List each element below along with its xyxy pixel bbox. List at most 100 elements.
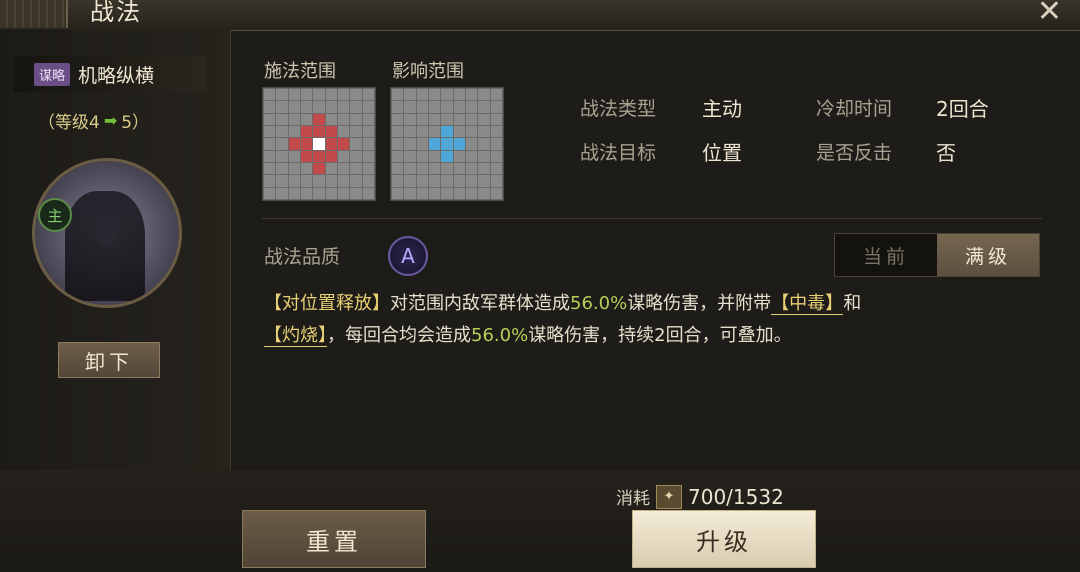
grid-cell: [288, 113, 300, 125]
grid-cell: [264, 187, 276, 199]
grid-cell: [325, 187, 337, 199]
grid-cell: [325, 138, 337, 150]
commander-portrait[interactable]: [32, 158, 182, 308]
desc-text: 谋略伤害，并附带: [627, 293, 772, 314]
level-to: 5）: [121, 113, 150, 133]
grid-cell: [276, 162, 288, 175]
grid-cell: [404, 125, 416, 138]
tab-current[interactable]: 当前: [835, 234, 937, 276]
skill-target-label: 战法目标: [580, 142, 657, 164]
counterattack-label: 是否反击: [816, 142, 893, 164]
grid-cell: [313, 138, 325, 150]
title-bar: 战法 ✕: [0, 0, 1080, 31]
grid-cell: [465, 89, 478, 101]
desc-number: 56.0%: [570, 293, 628, 314]
grid-cell: [313, 101, 325, 113]
grid-cell: [441, 113, 453, 125]
grid-cell: [428, 175, 441, 187]
desc-keyword: 【对位置释放】: [264, 293, 390, 314]
grid-cell: [453, 187, 465, 199]
grid-cell: [325, 125, 337, 138]
grid-cell: [392, 101, 404, 113]
grid-cell: [441, 89, 453, 101]
grid-cell: [325, 150, 337, 162]
grid-cell: [325, 113, 337, 125]
grid-cell: [313, 162, 325, 175]
grid-cell: [276, 125, 288, 138]
grid-cell: [441, 138, 453, 150]
grid-cell: [313, 125, 325, 138]
header-ornament: [0, 0, 68, 28]
grid-cell: [453, 138, 465, 150]
grid-cell: [416, 150, 428, 162]
desc-link-burn[interactable]: 【灼烧】: [264, 325, 327, 347]
grid-cell: [288, 89, 300, 101]
grid-cell: [313, 187, 325, 199]
grid-cell: [465, 101, 478, 113]
unequip-button[interactable]: 卸下: [58, 342, 160, 378]
grid-cell: [300, 175, 313, 187]
grid-cell: [428, 150, 441, 162]
skill-type-label: 战法类型: [580, 98, 657, 120]
desc-text: 谋略伤害，持续2回合，可叠加。: [528, 325, 792, 346]
grid-cell: [288, 125, 300, 138]
grid-cell: [392, 125, 404, 138]
grid-cell: [465, 150, 478, 162]
grid-cell: [350, 125, 362, 138]
grid-cell: [453, 113, 465, 125]
grid-cell: [337, 150, 350, 162]
cooldown-label: 冷却时间: [816, 98, 893, 120]
cost-label: 消耗: [616, 489, 650, 509]
grid-cell: [264, 125, 276, 138]
upgrade-button[interactable]: 升级: [632, 510, 816, 568]
desc-number: 56.0%: [471, 325, 529, 346]
grid-cell: [337, 162, 350, 175]
arrow-right-icon: ➡: [103, 111, 118, 130]
upgrade-cost: 消耗 ✦ 700/1532: [616, 484, 784, 509]
grid-cell: [416, 89, 428, 101]
grid-cell: [428, 125, 441, 138]
grid-cell: [490, 187, 502, 199]
grid-cell: [490, 89, 502, 101]
reset-button[interactable]: 重置: [242, 510, 426, 568]
grid-cell: [404, 187, 416, 199]
grid-cell: [362, 175, 374, 187]
close-icon[interactable]: ✕: [1037, 0, 1062, 29]
grid-cell: [300, 138, 313, 150]
portrait-image: [65, 191, 145, 301]
grid-cell: [288, 162, 300, 175]
desc-text: 和: [843, 293, 862, 314]
grid-cell: [478, 89, 490, 101]
cost-value: 700/1532: [688, 484, 784, 509]
tab-max-level[interactable]: 满级: [937, 234, 1039, 276]
skill-description: 【对位置释放】对范围内敌军群体造成56.0%谋略伤害，并附带【中毒】和 【灼烧】…: [264, 288, 1044, 352]
grid-cell: [313, 150, 325, 162]
grid-cell: [264, 175, 276, 187]
grid-cell: [404, 162, 416, 175]
grid-cell: [478, 175, 490, 187]
grid-cell: [350, 187, 362, 199]
grid-cell: [416, 175, 428, 187]
level-from: （等级4: [38, 113, 100, 133]
grid-cell: [300, 187, 313, 199]
grid-cell: [362, 162, 374, 175]
grid-cell: [478, 125, 490, 138]
effect-range-label: 影响范围: [392, 61, 464, 82]
grid-cell: [392, 150, 404, 162]
effect-range-grid: [390, 87, 504, 201]
grid-cell: [465, 162, 478, 175]
grid-cell: [350, 138, 362, 150]
grid-cell: [300, 101, 313, 113]
grid-cell: [362, 125, 374, 138]
grid-cell: [337, 138, 350, 150]
grid-cell: [300, 89, 313, 101]
grid-cell: [465, 187, 478, 199]
grid-cell: [441, 175, 453, 187]
skill-target-value: 位置: [702, 141, 742, 165]
grid-cell: [478, 162, 490, 175]
grid-cell: [392, 162, 404, 175]
grid-cell: [392, 89, 404, 101]
desc-link-poison[interactable]: 【中毒】: [771, 293, 844, 315]
grid-cell: [453, 162, 465, 175]
skill-name: 机略纵横: [78, 64, 155, 87]
